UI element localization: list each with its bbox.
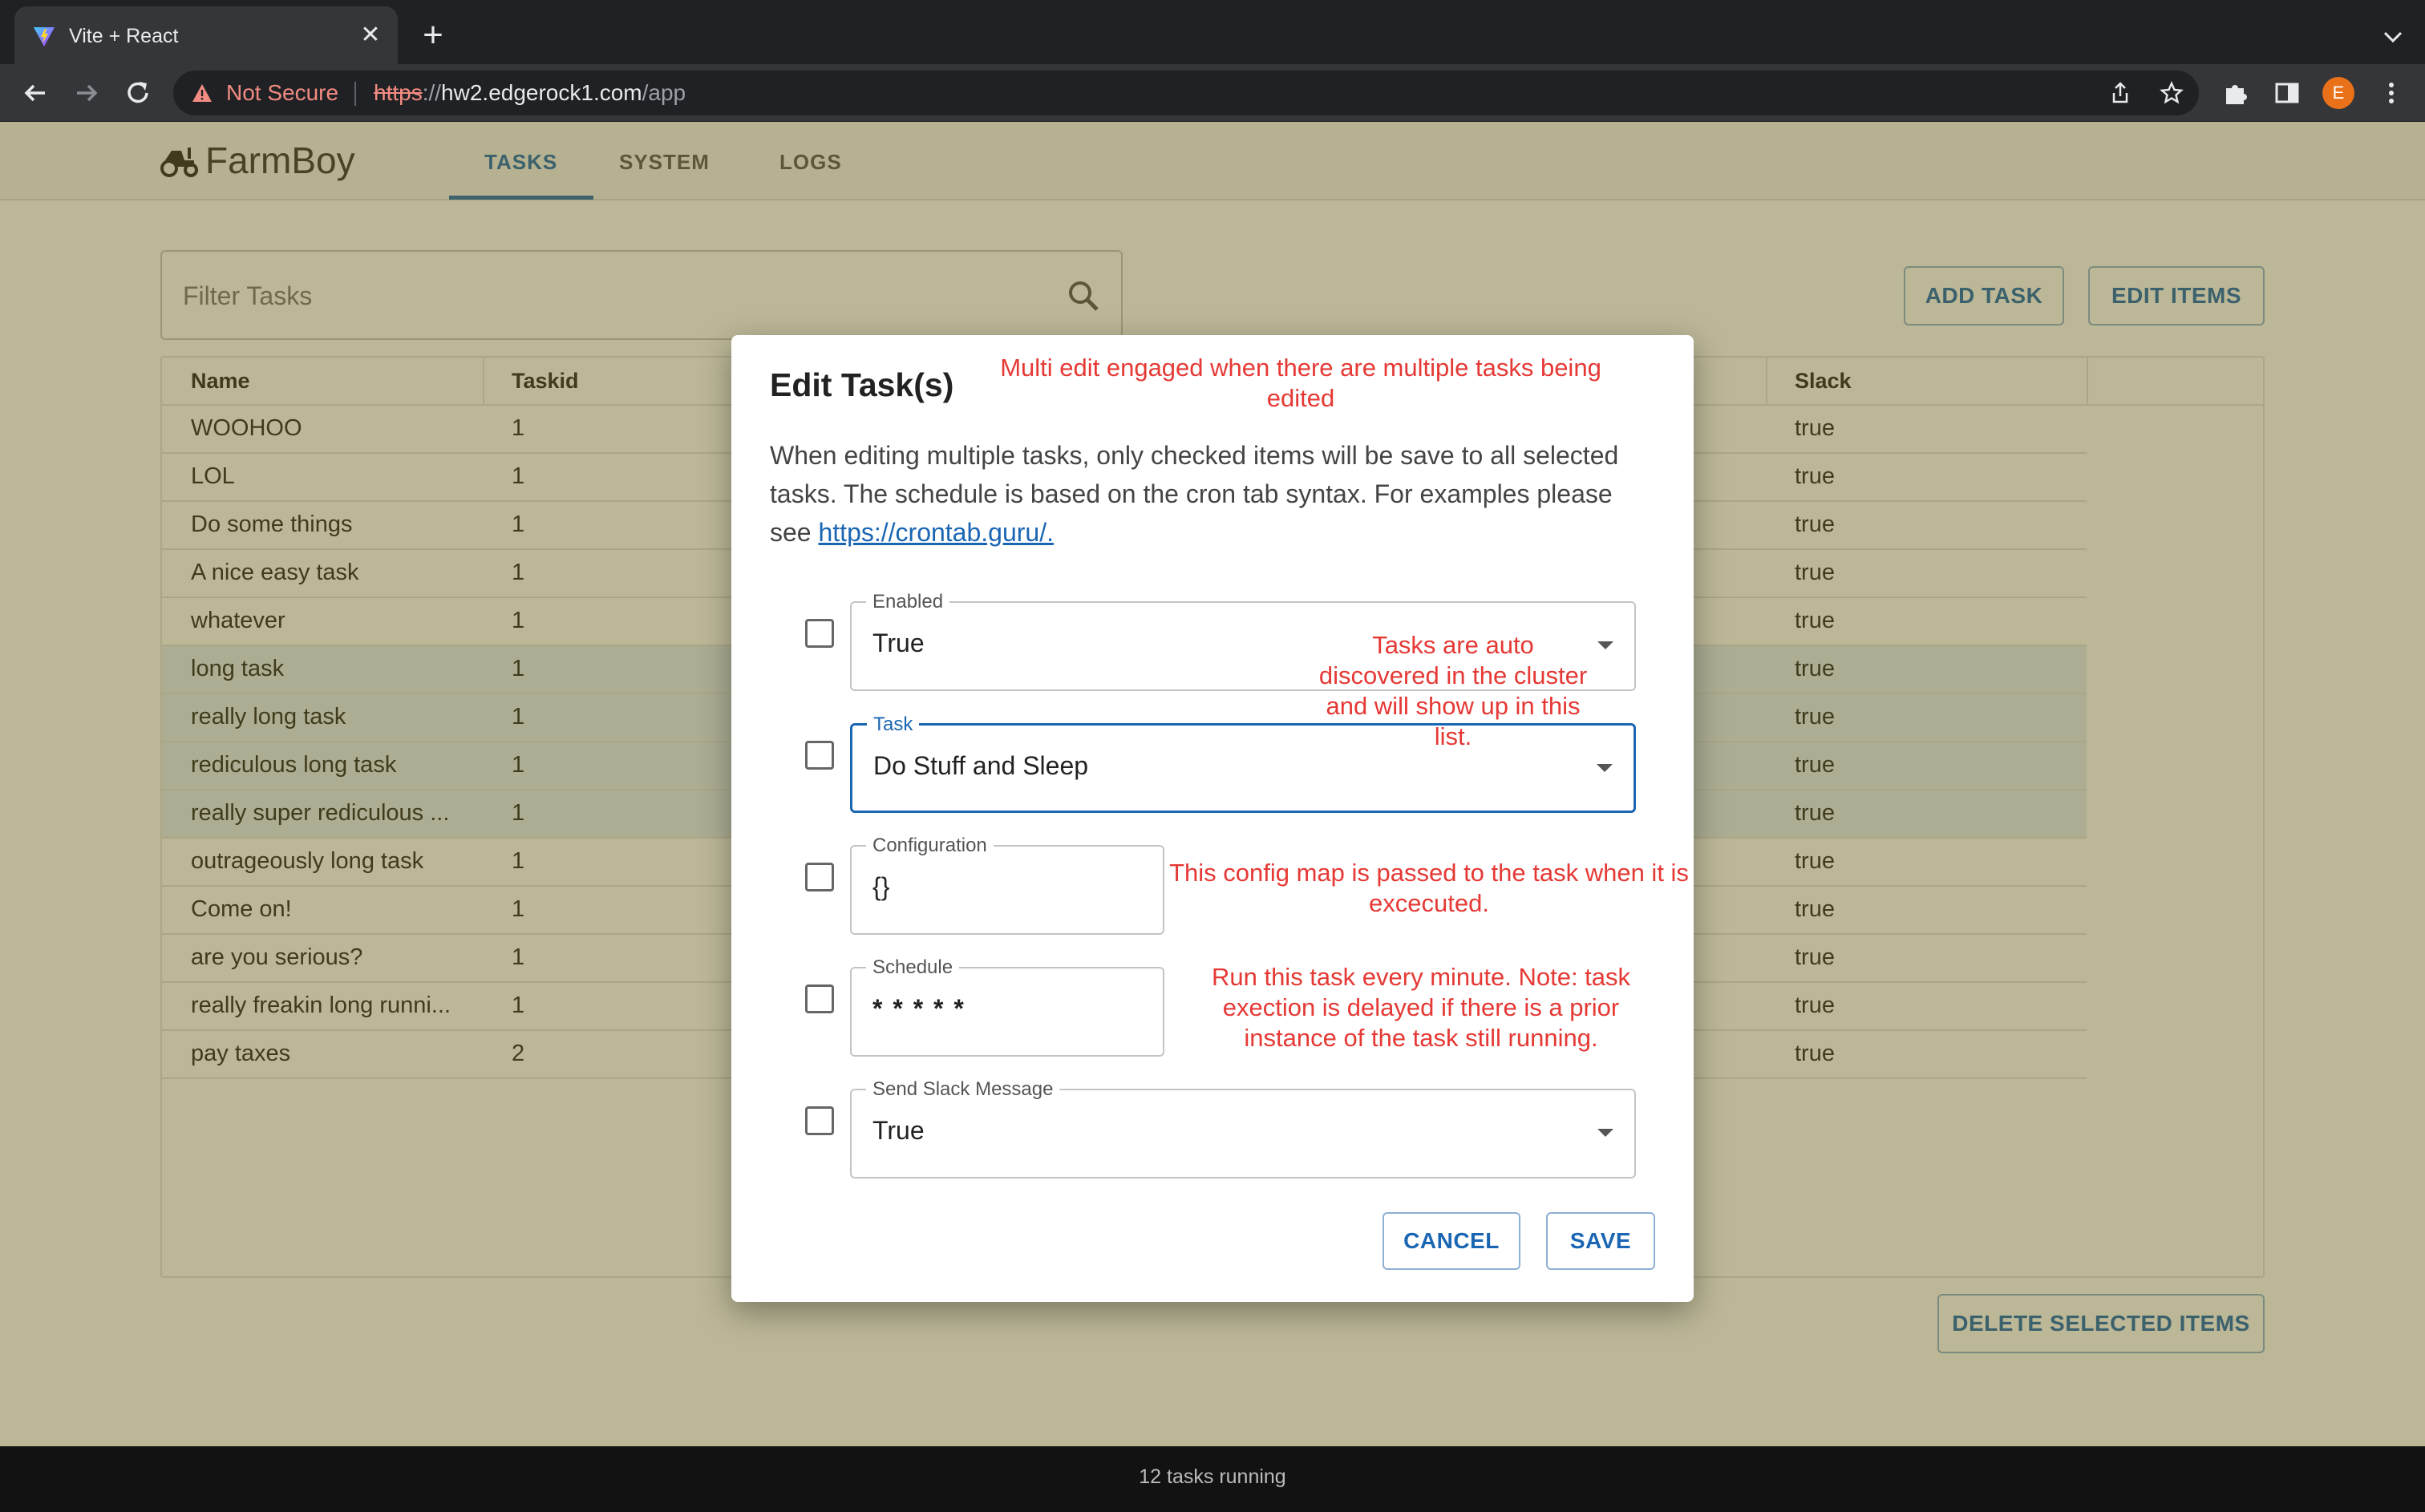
url-separator: :// — [422, 80, 442, 105]
side-panel-icon[interactable] — [2271, 77, 2303, 109]
schedule-checkbox[interactable] — [805, 984, 834, 1013]
enabled-checkbox[interactable] — [805, 619, 834, 648]
dropdown-arrow-icon — [1597, 641, 1613, 649]
schedule-value: * * * * * — [872, 994, 966, 1023]
status-footer: 12 tasks running — [0, 1446, 2425, 1512]
enabled-value: True — [872, 629, 925, 657]
profile-avatar[interactable]: E — [2322, 77, 2354, 109]
annotation-config-map: This config map is passed to the task wh… — [1169, 859, 1689, 917]
annotation-schedule: Run this task every minute. Note: task e… — [1211, 963, 1631, 1052]
url-scheme: https — [374, 80, 423, 105]
address-bar[interactable]: Not Secure https://hw2.edgerock1.com/app — [173, 71, 2199, 115]
send-slack-value: True — [872, 1116, 925, 1145]
configuration-checkbox[interactable] — [805, 863, 834, 891]
browser-tab-bar: Vite + React ✕ + — [0, 0, 2425, 64]
configuration-label: Configuration — [866, 835, 994, 856]
url-host: hw2.edgerock1.com — [441, 80, 642, 105]
tasks-running-status: 12 tasks running — [1139, 1466, 1286, 1488]
browser-toolbar: Not Secure https://hw2.edgerock1.com/app… — [0, 64, 2425, 122]
extensions-puzzle-icon[interactable] — [2220, 77, 2252, 109]
send-slack-label: Send Slack Message — [866, 1079, 1060, 1100]
enabled-label: Enabled — [866, 592, 950, 612]
annotation-task-discovery: Tasks are auto discovered in the cluster… — [1318, 631, 1588, 750]
browser-tab[interactable]: Vite + React ✕ — [14, 6, 398, 64]
url-path: /app — [642, 80, 686, 105]
tab-close-icon[interactable]: ✕ — [354, 19, 387, 51]
task-label: Task — [867, 714, 920, 735]
task-checkbox[interactable] — [805, 741, 834, 770]
task-value: Do Stuff and Sleep — [873, 751, 1089, 780]
vite-favicon-icon — [34, 27, 55, 46]
schedule-label: Schedule — [866, 957, 960, 978]
back-arrow-icon[interactable] — [19, 77, 51, 109]
warning-triangle-icon[interactable] — [191, 82, 213, 104]
tab-title: Vite + React — [69, 25, 179, 47]
security-status-label[interactable]: Not Secure — [226, 80, 338, 106]
tab-search-chevron-icon[interactable] — [2377, 21, 2409, 53]
schedule-input[interactable]: Schedule * * * * * — [850, 957, 1164, 1057]
dropdown-arrow-icon — [1597, 1129, 1613, 1137]
dialog-description: When editing multiple tasks, only checke… — [770, 436, 1652, 552]
new-tab-icon[interactable]: + — [414, 18, 452, 56]
dialog-title: Edit Task(s) — [770, 366, 954, 403]
reload-icon[interactable] — [122, 77, 154, 109]
browser-menu-kebab-icon[interactable] — [2375, 77, 2407, 109]
forward-arrow-icon[interactable] — [71, 77, 103, 109]
slack-checkbox[interactable] — [805, 1106, 834, 1135]
edit-tasks-dialog: Edit Task(s) Multi edit engaged when the… — [731, 335, 1694, 1302]
configuration-value: {} — [872, 872, 890, 901]
bookmark-star-icon[interactable] — [2159, 80, 2184, 106]
url-text[interactable]: https://hw2.edgerock1.com/app — [374, 80, 686, 106]
send-slack-select[interactable]: Send Slack Message True — [850, 1079, 1636, 1178]
share-icon[interactable] — [2107, 80, 2133, 106]
dropdown-arrow-icon — [1597, 764, 1613, 772]
configuration-input[interactable]: Configuration {} — [850, 835, 1164, 935]
omnibox-divider — [354, 82, 356, 106]
cancel-button[interactable]: CANCEL — [1383, 1212, 1520, 1270]
crontab-link[interactable]: https://crontab.guru/. — [818, 518, 1054, 547]
save-button[interactable]: SAVE — [1546, 1212, 1655, 1270]
annotation-multi-edit: Multi edit engaged when there are multip… — [1000, 354, 1601, 412]
